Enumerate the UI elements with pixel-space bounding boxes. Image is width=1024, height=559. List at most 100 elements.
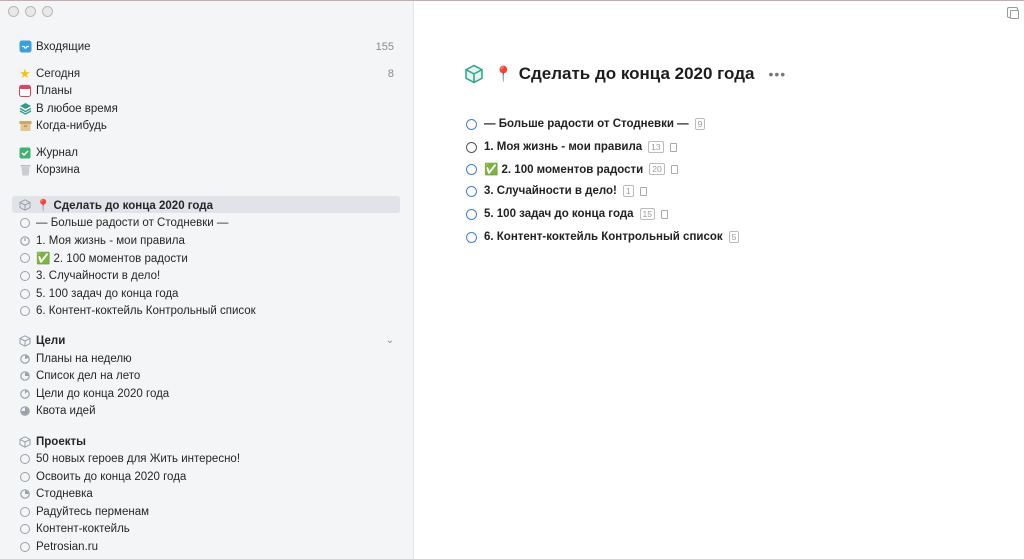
sidebar-area-goals[interactable]: Цели ⌄ xyxy=(12,332,400,349)
progress-circle-icon xyxy=(18,352,32,366)
sidebar-item-label: Стодневка xyxy=(36,487,93,500)
app-window: Входящие 155 ★ Сегодня 8 Планы В любое в… xyxy=(0,0,1024,559)
note-icon xyxy=(660,209,668,219)
task-label: 6. Контент-коктейль Контрольный список xyxy=(484,231,723,243)
sidebar-item-label: Освоить до конца 2020 года xyxy=(36,470,187,483)
sidebar-item-label: 📍 Сделать до конца 2020 года xyxy=(36,199,213,212)
note-icon xyxy=(669,142,677,152)
sidebar-item-label: Контент-коктейль xyxy=(36,522,130,535)
page-title[interactable]: Сделать до конца 2020 года xyxy=(519,64,755,84)
count-badge: 5 xyxy=(728,231,740,243)
window-copy-icon[interactable] xyxy=(1007,7,1019,19)
sidebar: Входящие 155 ★ Сегодня 8 Планы В любое в… xyxy=(0,1,414,559)
task-row[interactable]: ✅ 2. 100 моментов радости 20 xyxy=(466,160,678,178)
sidebar-project-selected[interactable]: 📍 Сделать до конца 2020 года xyxy=(12,196,400,213)
sidebar-subitem[interactable]: 3. Случайности в дело! xyxy=(12,267,400,284)
checkbox-circle[interactable] xyxy=(466,141,477,153)
progress-circle-icon xyxy=(18,404,32,418)
sidebar-item-anytime[interactable]: В любое время xyxy=(12,100,400,117)
sidebar-item-logbook[interactable]: Журнал xyxy=(12,144,400,161)
sidebar-item-label: Petrosian.ru xyxy=(36,540,99,553)
logbook-icon xyxy=(18,146,32,160)
sidebar-item-label: 50 новых героев для Жить интересно! xyxy=(36,452,241,465)
sidebar-item-label: Планы на неделю xyxy=(36,352,132,365)
count-badge: 15 xyxy=(639,208,655,220)
sidebar-item-label: 3. Случайности в дело! xyxy=(36,269,161,282)
project-header: 📍 Сделать до конца 2020 года ••• xyxy=(464,64,786,84)
empty-circle-icon xyxy=(18,452,32,466)
note-icon xyxy=(670,164,678,174)
sidebar-subitem[interactable]: Планы на неделю xyxy=(12,350,400,367)
sidebar-subitem[interactable]: Контент-коктейль xyxy=(12,520,400,537)
window-controls xyxy=(8,6,53,17)
task-row[interactable]: 3. Случайности в дело! 1 xyxy=(466,182,647,200)
count-badge: 9 xyxy=(694,118,706,130)
sidebar-subitem[interactable]: 1. Моя жизнь - мои правила xyxy=(12,232,400,249)
checkbox-circle[interactable] xyxy=(466,118,477,130)
progress-circle-icon xyxy=(18,369,32,383)
layers-icon xyxy=(18,102,32,116)
progress-circle-icon xyxy=(18,387,32,401)
today-count: 8 xyxy=(387,67,394,80)
sidebar-subitem[interactable]: 5. 100 задач до конца года xyxy=(12,285,400,302)
sidebar-item-label: 5. 100 задач до конца года xyxy=(36,287,179,300)
cube-icon xyxy=(464,64,484,84)
minimize-window-button[interactable] xyxy=(25,6,36,17)
sidebar-item-today[interactable]: ★ Сегодня 8 xyxy=(12,65,400,82)
empty-circle-icon xyxy=(18,216,32,230)
sidebar-subitem[interactable]: Petrosian.ru xyxy=(12,538,400,555)
zoom-window-button[interactable] xyxy=(42,6,53,17)
sidebar-item-label: Проекты xyxy=(36,435,86,448)
calendar-icon xyxy=(18,84,32,98)
sidebar-item-label: 6. Контент-коктейль Контрольный список xyxy=(36,304,256,317)
sidebar-subitem[interactable]: Квота идей xyxy=(12,402,400,419)
star-icon: ★ xyxy=(19,65,31,81)
sidebar-subitem[interactable]: 50 новых героев для Жить интересно! xyxy=(12,450,400,467)
checkbox-circle[interactable] xyxy=(466,185,477,197)
sidebar-subitem[interactable]: — Больше радости от Стодневки — xyxy=(12,214,400,231)
sidebar-item-label: Входящие xyxy=(36,40,91,53)
sidebar-subitem[interactable]: Список дел на лето xyxy=(12,367,400,384)
sidebar-subitem[interactable]: Цели до конца 2020 года xyxy=(12,385,400,402)
more-options-button[interactable]: ••• xyxy=(768,66,786,82)
task-row[interactable]: 5. 100 задач до конца года 15 xyxy=(466,205,668,223)
task-label: 3. Случайности в дело! xyxy=(484,185,617,197)
sidebar-area-projects[interactable]: Проекты xyxy=(12,433,400,450)
cube-icon xyxy=(18,334,32,348)
sidebar-subitem[interactable]: Радуйтесь перменам xyxy=(12,503,400,520)
note-icon xyxy=(639,186,647,196)
sidebar-item-label: Когда-нибудь xyxy=(36,119,107,132)
progress-circle-icon xyxy=(18,234,32,248)
sidebar-item-label: Цели до конца 2020 года xyxy=(36,387,170,400)
empty-circle-icon xyxy=(18,287,32,301)
trash-icon xyxy=(18,163,32,177)
sidebar-item-trash[interactable]: Корзина xyxy=(12,161,400,178)
sidebar-item-label: Радуйтесь перменам xyxy=(36,505,150,518)
sidebar-item-label: Цели xyxy=(36,334,66,347)
task-label: 5. 100 задач до конца года xyxy=(484,208,634,220)
empty-circle-icon xyxy=(18,304,32,318)
sidebar-subitem[interactable]: ✅ 2. 100 моментов радости xyxy=(12,249,400,266)
checkbox-circle[interactable] xyxy=(466,231,477,243)
cube-icon xyxy=(18,198,32,212)
checkbox-circle[interactable] xyxy=(466,163,477,175)
task-label: — Больше радости от Стодневки — xyxy=(484,118,689,130)
sidebar-item-inbox[interactable]: Входящие 155 xyxy=(12,38,400,55)
task-row[interactable]: 1. Моя жизнь - мои правила 13 xyxy=(466,138,677,156)
task-row[interactable]: — Больше радости от Стодневки — 9 xyxy=(466,115,706,133)
pushpin-icon: 📍 xyxy=(494,66,513,83)
empty-circle-icon xyxy=(18,522,32,536)
sidebar-item-label: В любое время xyxy=(36,102,118,115)
close-window-button[interactable] xyxy=(8,6,19,17)
checkbox-circle[interactable] xyxy=(466,208,477,220)
chevron-down-icon[interactable]: ⌄ xyxy=(386,335,400,346)
sidebar-item-label: 1. Моя жизнь - мои правила xyxy=(36,234,185,247)
sidebar-item-plans[interactable]: Планы xyxy=(12,82,400,99)
sidebar-item-label: ✅ 2. 100 моментов радости xyxy=(36,252,188,265)
empty-circle-icon xyxy=(18,540,32,554)
task-row[interactable]: 6. Контент-коктейль Контрольный список 5 xyxy=(466,228,740,246)
sidebar-subitem[interactable]: Стодневка xyxy=(12,485,400,502)
sidebar-item-someday[interactable]: Когда-нибудь xyxy=(12,117,400,134)
sidebar-subitem[interactable]: Освоить до конца 2020 года xyxy=(12,468,400,485)
sidebar-subitem[interactable]: 6. Контент-коктейль Контрольный список xyxy=(12,302,400,319)
